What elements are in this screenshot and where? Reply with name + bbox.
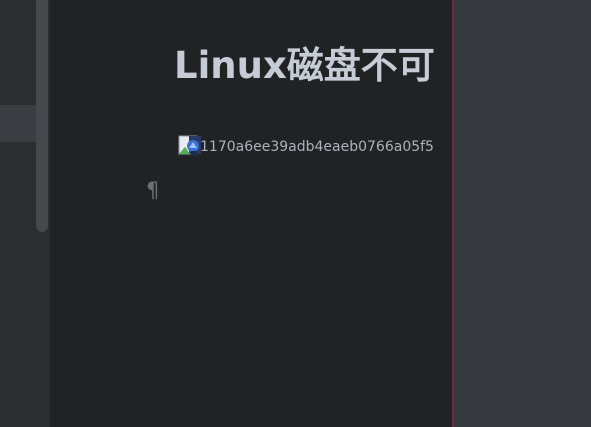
sidebar-scrollbar-thumb[interactable] [36, 0, 48, 232]
app-window: Linux磁盘不可 1170a6ee39adb4eaeb0766a05f5 ¶ [0, 0, 591, 427]
document-title[interactable]: Linux磁盘不可 [174, 42, 435, 90]
editor-pane[interactable]: Linux磁盘不可 1170a6ee39adb4eaeb0766a05f5 ¶ [50, 0, 452, 427]
paragraph-mark: ¶ [146, 178, 160, 202]
file-sidebar [0, 0, 50, 427]
sidebar-scrollbar[interactable] [36, 0, 48, 427]
broken-image-icon [178, 135, 202, 159]
image-alt-text: 1170a6ee39adb4eaeb0766a05f5 [200, 139, 434, 155]
embedded-image[interactable]: 1170a6ee39adb4eaeb0766a05f5 [178, 135, 434, 159]
right-panel [454, 0, 591, 427]
sidebar-selected-item[interactable] [0, 105, 36, 142]
